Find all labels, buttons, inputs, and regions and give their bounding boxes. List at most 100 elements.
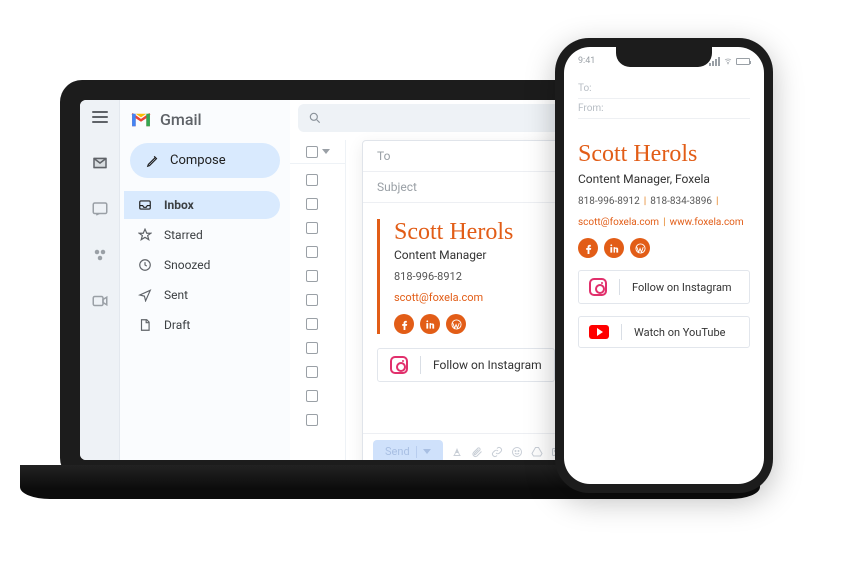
chat-rail-icon[interactable]	[91, 200, 109, 218]
draft-icon	[138, 318, 152, 332]
link-icon[interactable]	[491, 446, 503, 458]
nav-label: Starred	[164, 228, 203, 242]
checkbox-icon	[306, 270, 318, 282]
list-item[interactable]	[290, 336, 345, 360]
list-item[interactable]	[290, 312, 345, 336]
attach-icon[interactable]	[471, 446, 483, 458]
separator: |	[644, 196, 647, 207]
chevron-down-icon	[322, 149, 330, 154]
phone-social-row	[578, 238, 750, 258]
list-select-all[interactable]	[290, 140, 345, 164]
spaces-rail-icon[interactable]	[91, 246, 109, 264]
compose-label: Compose	[170, 153, 226, 168]
checkbox-icon	[306, 390, 318, 402]
list-item[interactable]	[290, 288, 345, 312]
checkbox-icon	[306, 318, 318, 330]
phone-to-field[interactable]: To:	[578, 79, 750, 99]
gmail-nav: Inbox Starred Snoozed Sent	[120, 190, 290, 340]
phone-signature-name: Scott Herols	[578, 141, 750, 168]
signature-name: Scott Herols	[394, 219, 513, 246]
signature-email[interactable]: scott@foxela.com	[394, 291, 513, 304]
list-item[interactable]	[290, 360, 345, 384]
nav-draft[interactable]: Draft	[124, 311, 280, 339]
linkedin-icon[interactable]	[604, 238, 624, 258]
compose-button[interactable]: Compose	[130, 143, 280, 178]
separator: |	[663, 217, 666, 228]
gmail-brand-text: Gmail	[160, 110, 202, 129]
wordpress-icon[interactable]	[446, 314, 466, 334]
phone-instagram-cta-label: Follow on Instagram	[632, 281, 732, 294]
separator: |	[716, 196, 719, 207]
phone-from-field[interactable]: From:	[578, 99, 750, 119]
send-button[interactable]: Send	[373, 440, 443, 460]
checkbox-icon	[306, 222, 318, 234]
phone-number-2[interactable]: 818-834-3896	[650, 196, 712, 207]
linkedin-icon[interactable]	[420, 314, 440, 334]
drive-icon[interactable]	[531, 446, 543, 458]
gmail-logo-icon	[130, 112, 152, 128]
hamburger-icon[interactable]	[91, 108, 109, 126]
phone-youtube-cta-button[interactable]: Watch on YouTube	[578, 316, 750, 348]
instagram-cta-label: Follow on Instagram	[433, 358, 542, 372]
checkbox-icon	[306, 366, 318, 378]
mail-rail-icon[interactable]	[91, 154, 109, 172]
divider	[416, 446, 417, 458]
list-item[interactable]	[290, 240, 345, 264]
list-item[interactable]	[290, 408, 345, 432]
email-list	[290, 140, 346, 460]
checkbox-icon	[306, 198, 318, 210]
gmail-brand: Gmail	[120, 104, 290, 143]
instagram-icon	[589, 278, 607, 296]
phone-number-1[interactable]: 818-996-8912	[578, 196, 640, 207]
wordpress-icon[interactable]	[630, 238, 650, 258]
facebook-icon[interactable]	[578, 238, 598, 258]
send-label: Send	[385, 445, 410, 458]
star-icon	[138, 228, 152, 242]
chevron-down-icon	[423, 449, 431, 454]
search-icon	[308, 111, 322, 125]
list-item[interactable]	[290, 192, 345, 216]
phone-frame: 9:41 To: From: Scott Herols Content Mana…	[555, 38, 773, 493]
phone-compose-body[interactable]: Scott Herols Content Manager, Foxela 818…	[564, 123, 764, 366]
nav-inbox[interactable]: Inbox	[124, 191, 280, 219]
checkbox-icon	[306, 246, 318, 258]
divider	[420, 356, 421, 374]
phone-screen: 9:41 To: From: Scott Herols Content Mana…	[564, 47, 764, 484]
gmail-icon-rail	[80, 100, 120, 460]
gmail-sidebar: Gmail Compose Inbox Starred	[120, 100, 290, 460]
nav-snoozed[interactable]: Snoozed	[124, 251, 280, 279]
meet-rail-icon[interactable]	[91, 292, 109, 310]
list-item[interactable]	[290, 168, 345, 192]
phone-youtube-cta-label: Watch on YouTube	[634, 326, 726, 339]
phone-signature-email[interactable]: scott@foxela.com	[578, 217, 659, 228]
checkbox-icon	[306, 146, 318, 158]
checkbox-icon	[306, 294, 318, 306]
list-item[interactable]	[290, 384, 345, 408]
phone-signature-website[interactable]: www.foxela.com	[670, 217, 744, 228]
checkbox-icon	[306, 414, 318, 426]
nav-starred[interactable]: Starred	[124, 221, 280, 249]
nav-sent[interactable]: Sent	[124, 281, 280, 309]
battery-icon	[736, 58, 750, 65]
signature-title: Content Manager	[394, 248, 513, 262]
inbox-icon	[138, 198, 152, 212]
divider	[619, 279, 620, 295]
send-icon	[138, 288, 152, 302]
format-icon[interactable]	[451, 446, 463, 458]
instagram-cta-button[interactable]: Follow on Instagram	[377, 348, 555, 382]
phone-signature-phones: 818-996-8912 | 818-834-3896 |	[578, 196, 750, 207]
list-item[interactable]	[290, 216, 345, 240]
phone-compose-fields: To: From:	[564, 75, 764, 123]
nav-label: Sent	[164, 288, 188, 302]
nav-label: Inbox	[164, 198, 194, 212]
phone-notch	[616, 47, 712, 67]
checkbox-icon	[306, 342, 318, 354]
divider	[621, 324, 622, 340]
phone-signature-links: scott@foxela.com | www.foxela.com	[578, 217, 750, 228]
pencil-icon	[146, 154, 160, 168]
phone-instagram-cta-button[interactable]: Follow on Instagram	[578, 270, 750, 304]
instagram-icon	[390, 356, 408, 374]
emoji-icon[interactable]	[511, 446, 523, 458]
list-item[interactable]	[290, 264, 345, 288]
facebook-icon[interactable]	[394, 314, 414, 334]
